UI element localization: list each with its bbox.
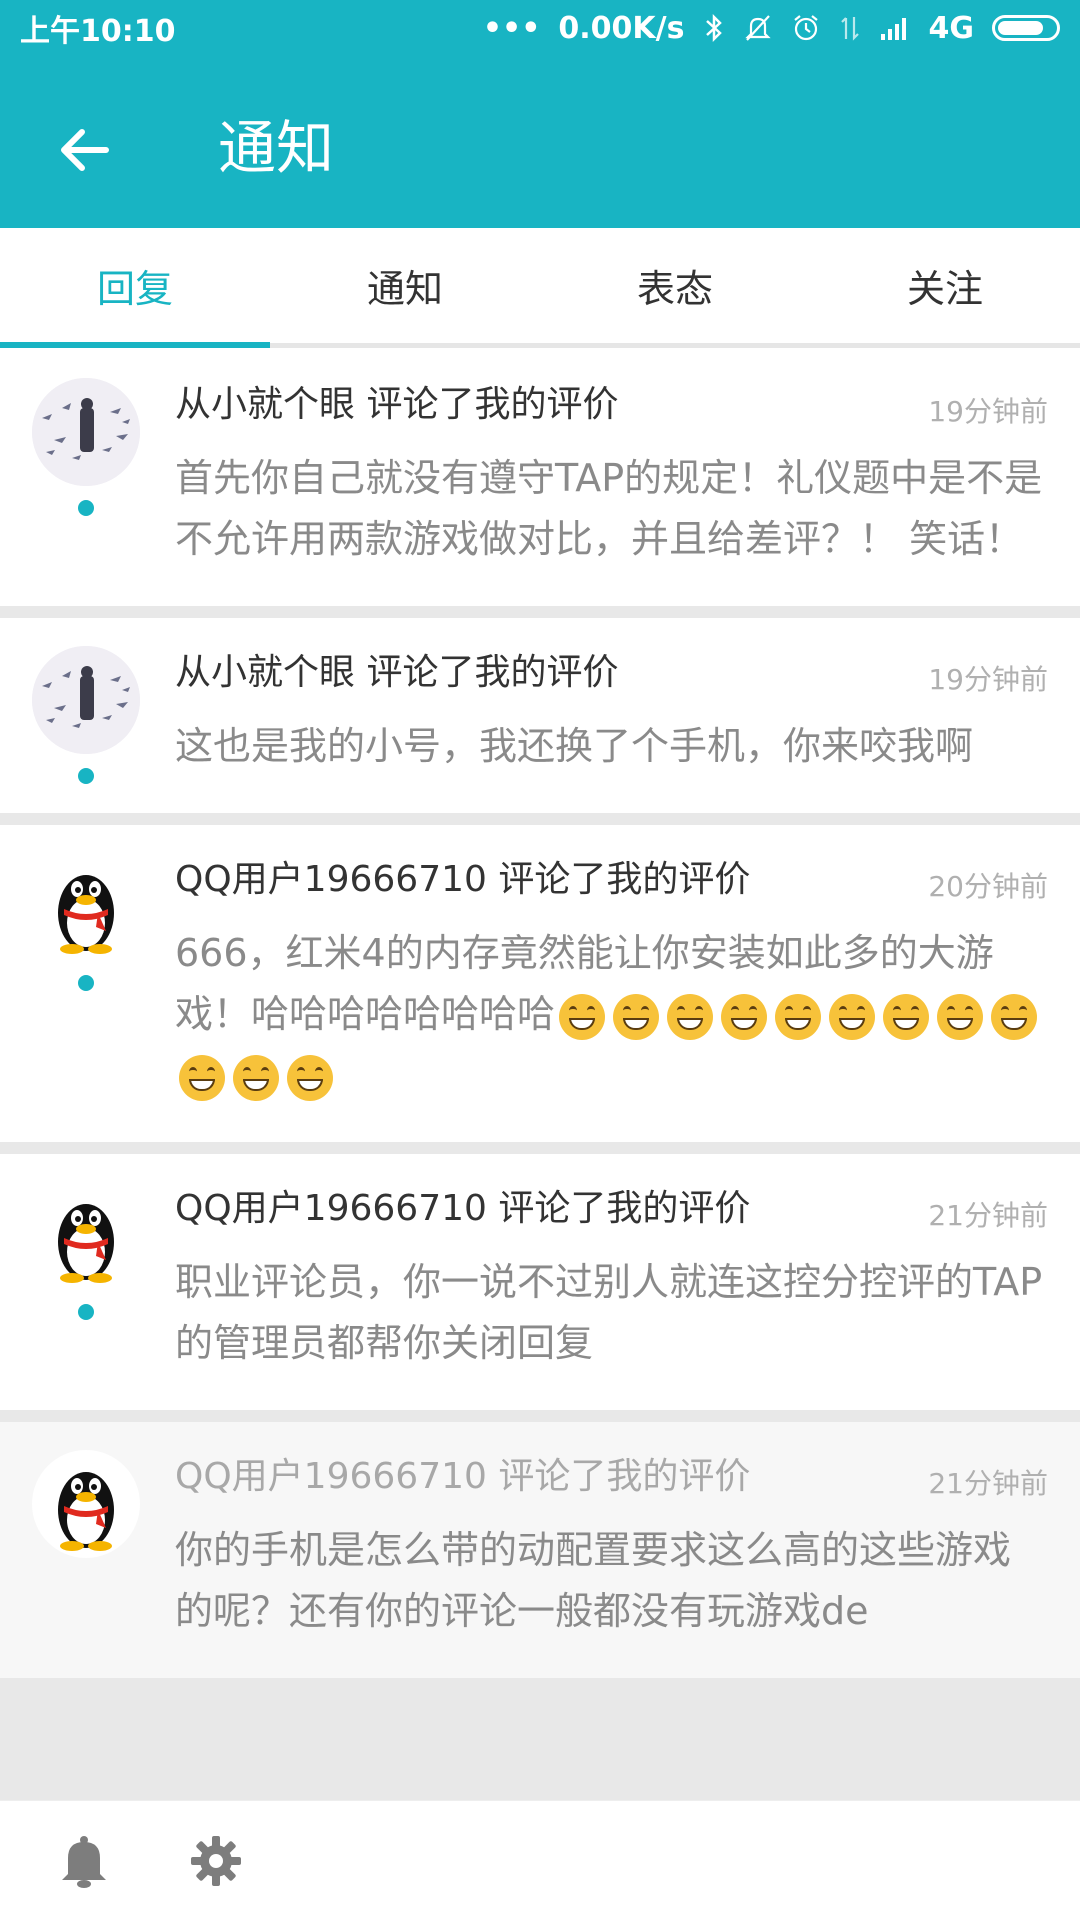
arrow-left-icon xyxy=(61,129,109,171)
avatar[interactable] xyxy=(32,853,140,961)
avatar[interactable] xyxy=(32,1182,140,1290)
grin-emoji-icon xyxy=(991,993,1038,1040)
avatar[interactable] xyxy=(32,1450,140,1558)
grin-emoji-icon xyxy=(829,993,876,1040)
avatar[interactable] xyxy=(32,646,140,754)
grin-emoji-icon xyxy=(721,993,768,1040)
net-speed: 0.00K/s xyxy=(558,10,685,46)
item-title: QQ用户19666710 评论了我的评价 xyxy=(175,1188,751,1229)
item-title: 从小就个眼 评论了我的评价 xyxy=(175,652,619,693)
unread-indicator xyxy=(78,500,94,516)
qq-penguin-icon xyxy=(58,875,114,954)
list-item[interactable]: QQ用户19666710 评论了我的评价 20分钟前 666，红米4的内存竟然能… xyxy=(0,825,1080,1142)
alarm-icon xyxy=(791,13,821,43)
status-bar: 上午10:10 ••• 0.00K/s 4G xyxy=(0,0,1080,56)
item-body: 666，红米4的内存竟然能让你安装如此多的大游戏！哈哈哈哈哈哈哈哈 xyxy=(175,923,1048,1106)
data-arrows-icon xyxy=(839,13,861,43)
item-time: 21分钟前 xyxy=(928,1467,1048,1500)
tab-bar: 回复 通知 表态 关注 xyxy=(0,228,1080,348)
list-item[interactable]: QQ用户19666710 评论了我的评价 21分钟前 职业评论员，你一说不过别人… xyxy=(0,1154,1080,1410)
item-body: 这也是我的小号，我还换了个手机，你来咬我啊 xyxy=(175,724,974,768)
bell-icon xyxy=(62,1836,106,1888)
avatar[interactable] xyxy=(32,378,140,486)
grin-emoji-icon xyxy=(667,993,714,1040)
bluetooth-icon xyxy=(703,13,725,43)
notification-list[interactable]: 从小就个眼 评论了我的评价 19分钟前 首先你自己就没有遵守TAP的规定！礼仪题… xyxy=(0,350,1080,1800)
item-time: 19分钟前 xyxy=(928,395,1048,428)
tab-follows[interactable]: 关注 xyxy=(810,228,1080,343)
bottom-bar xyxy=(0,1800,1080,1921)
notifications-bell-button[interactable] xyxy=(36,1813,132,1909)
item-title: QQ用户19666710 评论了我的评价 xyxy=(175,1456,751,1497)
birds-avatar-image xyxy=(32,646,140,754)
unread-indicator xyxy=(78,1304,94,1320)
settings-button[interactable] xyxy=(168,1813,264,1909)
birds-avatar-image xyxy=(32,378,140,486)
item-title: QQ用户19666710 评论了我的评价 xyxy=(175,859,751,900)
qq-penguin-icon xyxy=(58,1204,114,1283)
grin-emoji-icon xyxy=(613,993,660,1040)
back-button[interactable] xyxy=(36,102,132,198)
item-time: 20分钟前 xyxy=(928,870,1048,903)
list-item[interactable]: 从小就个眼 评论了我的评价 19分钟前 这也是我的小号，我还换了个手机，你来咬我… xyxy=(0,618,1080,813)
status-icons: ••• 0.00K/s 4G xyxy=(483,11,1060,46)
tab-notifications[interactable]: 通知 xyxy=(270,228,540,343)
unread-indicator xyxy=(78,975,94,991)
battery-icon xyxy=(992,15,1060,41)
grin-emoji-icon xyxy=(937,993,984,1040)
list-item[interactable]: 从小就个眼 评论了我的评价 19分钟前 首先你自己就没有遵守TAP的规定！礼仪题… xyxy=(0,350,1080,606)
grin-emoji-icon xyxy=(179,1054,225,1101)
status-time: 上午10:10 xyxy=(20,14,176,49)
page-title: 通知 xyxy=(218,114,335,182)
gear-icon xyxy=(191,1836,241,1886)
grin-emoji-icon xyxy=(883,993,930,1040)
item-time: 19分钟前 xyxy=(928,663,1048,696)
more-dots-icon: ••• xyxy=(482,10,541,46)
item-title: 从小就个眼 评论了我的评价 xyxy=(175,384,619,425)
tab-replies[interactable]: 回复 xyxy=(0,228,270,348)
item-time: 21分钟前 xyxy=(928,1199,1048,1232)
list-item[interactable]: QQ用户19666710 评论了我的评价 21分钟前 你的手机是怎么带的动配置要… xyxy=(0,1422,1080,1678)
grin-emoji-icon xyxy=(287,1054,333,1101)
qq-penguin-icon xyxy=(58,1472,114,1551)
item-body: 首先你自己就没有遵守TAP的规定！礼仪题中是不是不允许用两款游戏做对比，并且给差… xyxy=(175,456,1043,561)
item-body: 你的手机是怎么带的动配置要求这么高的这些游戏的呢？还有你的评论一般都没有玩游戏d… xyxy=(175,1528,1012,1633)
item-body: 职业评论员，你一说不过别人就连这控分控评的TAP的管理员都帮你关闭回复 xyxy=(175,1260,1043,1365)
mute-bell-icon xyxy=(743,13,773,43)
tab-reactions[interactable]: 表态 xyxy=(540,228,810,343)
grin-emoji-icon xyxy=(775,993,822,1040)
grin-emoji-icon xyxy=(233,1054,279,1101)
app-bar: 通知 xyxy=(0,56,1080,228)
signal-icon xyxy=(879,14,911,42)
network-type: 4G xyxy=(928,10,975,46)
grin-emoji-icon xyxy=(559,993,606,1040)
unread-indicator xyxy=(78,768,94,784)
